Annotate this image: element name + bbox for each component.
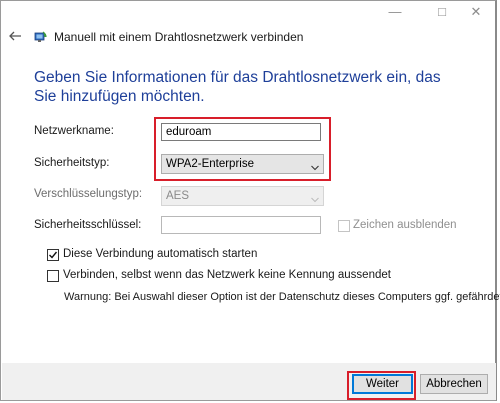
title-bar: — □ ✕	[1, 1, 495, 23]
security-type-label: Sicherheitstyp:	[34, 157, 110, 169]
checkmark-icon	[49, 251, 58, 259]
encryption-type-label: Verschlüsselungstyp:	[34, 188, 143, 200]
wizard-window: — □ ✕ Manuell mit einem Drahtlosnetzwerk…	[0, 0, 500, 401]
security-key-label: Sicherheitsschlüssel:	[34, 219, 142, 231]
auto-start-checkbox[interactable]	[47, 249, 59, 261]
encryption-type-select[interactable]: AES	[161, 186, 324, 206]
privacy-warning: Warnung: Bei Auswahl dieser Option ist d…	[64, 291, 500, 303]
network-name-label: Netzwerkname:	[34, 125, 114, 137]
wizard-footer: Weiter Abbrechen	[2, 363, 496, 400]
wizard-header: Manuell mit einem Drahtlosnetzwerk verbi…	[1, 27, 495, 49]
connect-hidden-label: Verbinden, selbst wenn das Netzwerk kein…	[63, 269, 391, 281]
encryption-type-value: AES	[166, 190, 190, 202]
page-title: Manuell mit einem Drahtlosnetzwerk verbi…	[54, 30, 304, 44]
connect-hidden-checkbox[interactable]	[47, 270, 59, 282]
hide-chars-checkbox[interactable]	[338, 220, 350, 232]
minimize-button[interactable]: —	[380, 3, 410, 21]
chevron-down-icon	[311, 192, 319, 203]
arrow-left-icon[interactable]	[8, 29, 22, 47]
maximize-button[interactable]: □	[427, 3, 457, 21]
highlight-box	[154, 117, 331, 181]
security-key-field[interactable]	[161, 216, 321, 234]
highlight-box	[347, 371, 416, 400]
auto-start-label: Diese Verbindung automatisch starten	[63, 248, 258, 260]
cancel-button[interactable]: Abbrechen	[420, 374, 488, 394]
hide-chars-label: Zeichen ausblenden	[353, 219, 457, 231]
network-icon	[34, 30, 48, 44]
instructions-heading: Geben Sie Informationen für das Drahtlos…	[34, 69, 441, 105]
close-button[interactable]: ✕	[461, 3, 491, 21]
